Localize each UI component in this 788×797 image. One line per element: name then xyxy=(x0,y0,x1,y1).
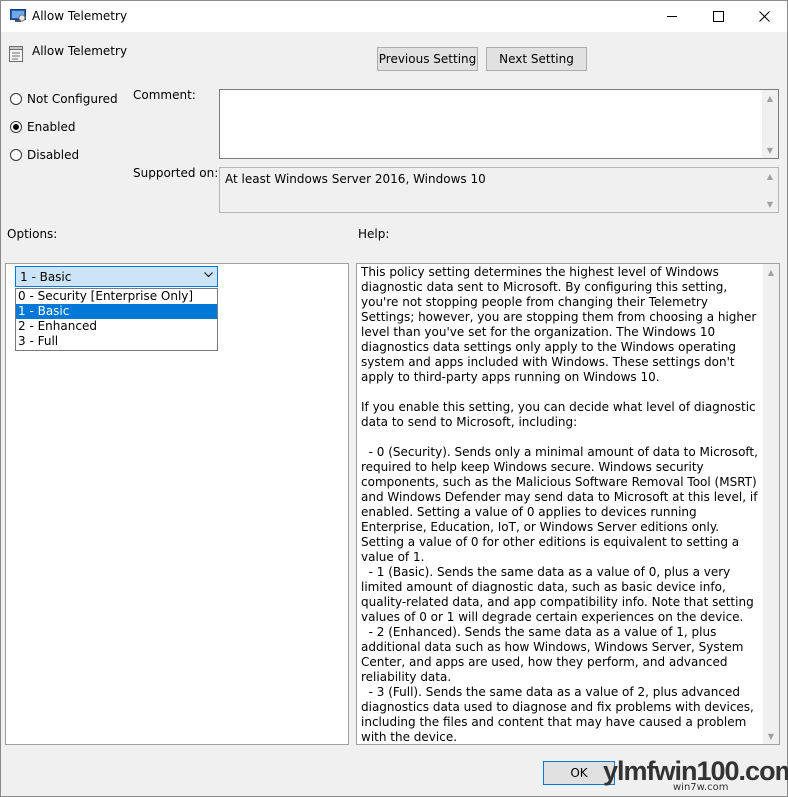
setting-name: Allow Telemetry xyxy=(32,44,128,58)
radio-circle[interactable] xyxy=(10,93,22,105)
close-button[interactable] xyxy=(741,1,787,32)
scroll-down-icon[interactable]: ▼ xyxy=(763,728,779,744)
policy-dialog-window: Allow Telemetry Allow Telemetry Previous… xyxy=(0,0,788,797)
telemetry-level-dropdown-list: 0 - Security [Enterprise Only] 1 - Basic… xyxy=(15,288,218,351)
scroll-up-icon[interactable]: ▲ xyxy=(762,90,778,106)
site-watermark: ylmfwin100.com win7w.com xyxy=(603,756,788,794)
help-text: This policy setting determines the highe… xyxy=(361,265,758,744)
radio-label: Enabled xyxy=(27,120,76,134)
dropdown-option[interactable]: 0 - Security [Enterprise Only] xyxy=(16,289,217,304)
scroll-up-icon[interactable]: ▲ xyxy=(762,168,778,184)
radio-label: Disabled xyxy=(27,148,80,162)
window-title: Allow Telemetry xyxy=(32,9,128,23)
supported-scrollbar[interactable]: ▲ ▼ xyxy=(762,168,778,212)
comment-textarea[interactable]: ▲ ▼ xyxy=(219,89,779,159)
comment-scrollbar[interactable]: ▲ ▼ xyxy=(762,90,778,158)
radio-not-configured[interactable]: Not Configured xyxy=(10,92,118,106)
scroll-down-icon[interactable]: ▼ xyxy=(762,142,778,158)
maximize-icon xyxy=(712,11,724,22)
combobox-value: 1 - Basic xyxy=(20,270,72,284)
help-panel[interactable]: This policy setting determines the highe… xyxy=(356,263,780,745)
supported-on-field: At least Windows Server 2016, Windows 10… xyxy=(219,167,779,213)
previous-setting-button[interactable]: Previous Setting xyxy=(377,47,478,71)
minimize-icon xyxy=(666,16,677,17)
help-label: Help: xyxy=(358,227,390,241)
title-bar[interactable]: Allow Telemetry xyxy=(1,1,787,32)
scroll-down-icon[interactable]: ▼ xyxy=(762,196,778,212)
dropdown-option[interactable]: 2 - Enhanced xyxy=(16,319,217,334)
radio-circle[interactable] xyxy=(10,121,22,133)
telemetry-level-combobox[interactable]: 1 - Basic xyxy=(15,266,218,287)
chevron-down-icon[interactable] xyxy=(204,270,213,281)
comment-label: Comment: xyxy=(133,88,196,102)
next-setting-button[interactable]: Next Setting xyxy=(486,47,587,71)
policy-setting-icon xyxy=(9,46,23,62)
dropdown-option-selected[interactable]: 1 - Basic xyxy=(16,304,217,319)
radio-label: Not Configured xyxy=(27,92,118,106)
close-icon xyxy=(758,11,770,22)
radio-selected-dot xyxy=(13,124,19,130)
dropdown-option[interactable]: 3 - Full xyxy=(16,334,217,349)
maximize-button[interactable] xyxy=(695,1,741,32)
options-label: Options: xyxy=(7,227,58,241)
scroll-up-icon[interactable]: ▲ xyxy=(763,264,779,280)
group-policy-app-icon xyxy=(10,9,26,22)
supported-on-label: Supported on: xyxy=(133,166,219,180)
help-scrollbar[interactable]: ▲ ▼ xyxy=(763,264,779,744)
radio-circle[interactable] xyxy=(10,149,22,161)
radio-enabled[interactable]: Enabled xyxy=(10,120,76,134)
minimize-button[interactable] xyxy=(649,1,695,32)
supported-on-value: At least Windows Server 2016, Windows 10 xyxy=(225,172,486,186)
watermark-sub: win7w.com xyxy=(673,782,729,793)
radio-disabled[interactable]: Disabled xyxy=(10,148,79,162)
